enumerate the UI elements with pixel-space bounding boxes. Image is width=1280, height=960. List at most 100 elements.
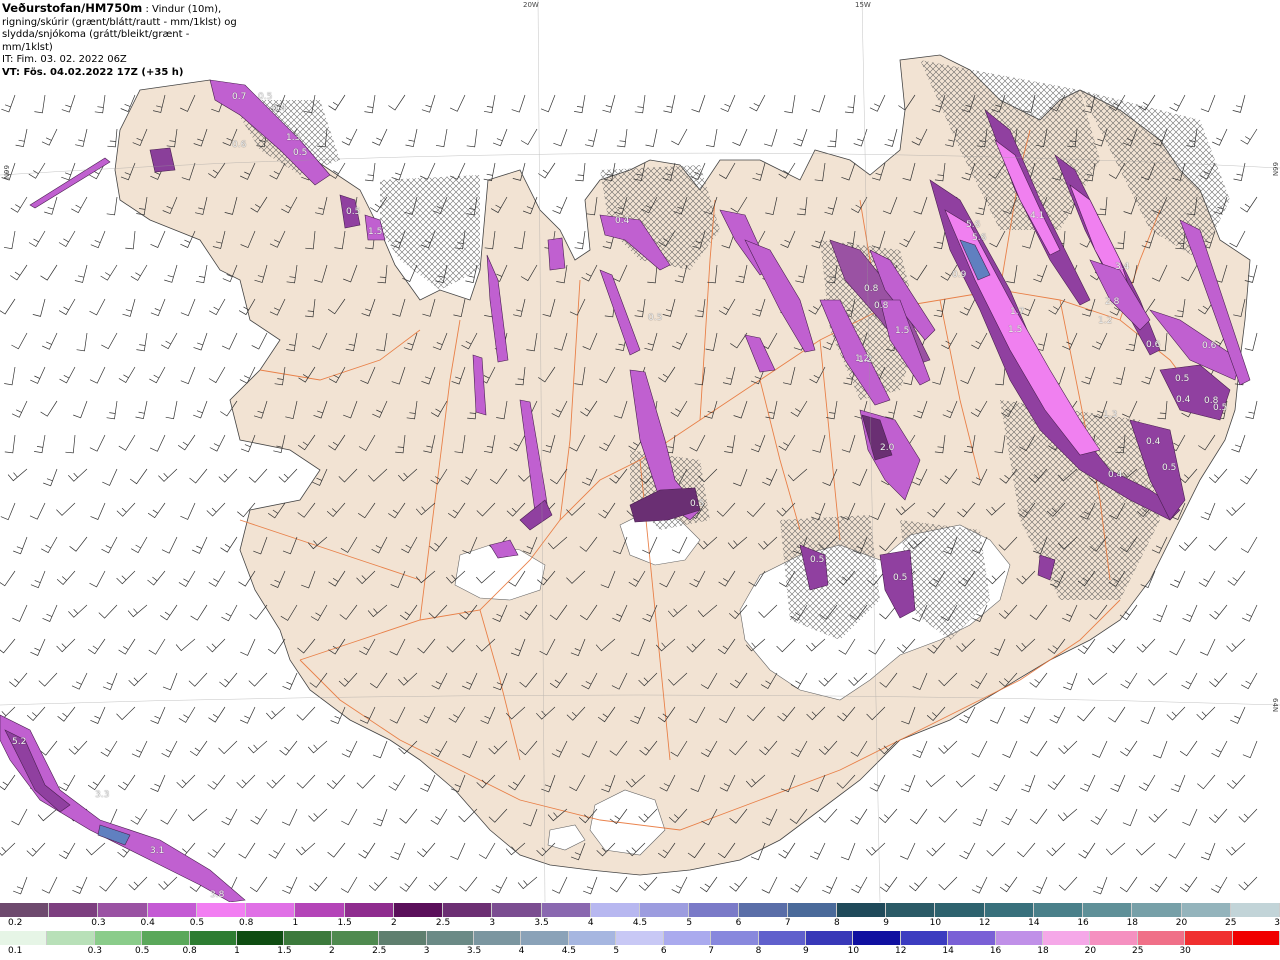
legend-label: 12 <box>895 946 907 956</box>
legend-label: 3.5 <box>534 918 549 928</box>
legend-label: 1 <box>234 946 240 956</box>
precip-value-label: 1.3 <box>286 133 301 143</box>
precip-value-label: 0.5 <box>1162 463 1177 473</box>
legend-label: 0.1 <box>8 946 23 956</box>
precip-value-label: 1.3 <box>1103 410 1118 420</box>
precip-value-label: 0.4 <box>1108 470 1123 480</box>
legend-label: 0.2 <box>8 918 23 928</box>
precip-value-label: 0.4 <box>272 104 287 114</box>
legend-label: 5 <box>613 946 620 956</box>
legend-label: 4.5 <box>632 918 648 928</box>
lon-label-15w: 15W <box>855 1 871 9</box>
legend-swatch <box>379 931 427 945</box>
legend-label: 0.3 <box>87 946 102 956</box>
legend-label: 0.5 <box>189 918 205 928</box>
legend-swatch <box>492 903 542 917</box>
legend-swatch <box>1090 931 1138 945</box>
lat-label-64n-right: 64N <box>1271 698 1279 713</box>
legend-swatch <box>1033 903 1084 917</box>
precip-value-label: 3.1 <box>150 846 165 856</box>
legend-swatch <box>1083 903 1133 917</box>
legend-swatch <box>1185 931 1233 945</box>
precip-value-label: 3.8 <box>210 890 225 900</box>
precip-value-label: 0.6 <box>232 140 247 150</box>
precip-value-label: 5.6 <box>966 220 981 230</box>
legend-swatch <box>443 903 493 917</box>
precip-value-label: 0.8 <box>1204 396 1219 406</box>
legend-label: 6 <box>735 918 742 928</box>
legend-swatch <box>900 931 949 945</box>
legend-label: 30 <box>1274 918 1280 928</box>
legend-swatch <box>98 903 148 917</box>
legend-label: 20 <box>1084 946 1097 956</box>
legend-swatch <box>758 931 806 945</box>
legend-swatch <box>0 931 48 945</box>
legend-label: 9 <box>803 946 809 956</box>
legend-label: 4.5 <box>561 946 577 956</box>
legend-label: 4 <box>587 918 594 928</box>
legend-label: 6 <box>660 946 667 956</box>
legend-label: 3.5 <box>466 946 482 956</box>
legend-swatch <box>787 903 837 917</box>
map-subtitle-1: : Vindur (10m), <box>142 4 222 15</box>
legend-swatch <box>426 931 475 945</box>
legend-label: 0.8 <box>182 946 197 956</box>
snow-color-legend <box>0 903 1280 917</box>
precip-value-label: 3.3 <box>95 790 110 800</box>
precip-value-label: 0.5 <box>810 555 825 565</box>
legend-label: 3 <box>489 918 496 928</box>
legend-label: 16 <box>1077 918 1089 928</box>
legend-swatch <box>237 931 285 945</box>
legend-label: 1.5 <box>277 946 292 956</box>
legend-swatch <box>1232 931 1280 945</box>
precip-value-label: 2.8 <box>1105 297 1120 307</box>
legend-swatch <box>948 931 996 945</box>
legend-swatch <box>616 931 664 945</box>
precip-value-label: 1.5 <box>895 326 910 336</box>
legend-label: 18 <box>1037 946 1049 956</box>
legend-label: 12 <box>978 918 991 928</box>
legend-label: 20 <box>1175 918 1188 928</box>
legend-label: 25 <box>1132 946 1144 956</box>
map-title: Veðurstofan/HM750m <box>2 1 143 15</box>
lat-label-66n-right: 66N <box>1271 162 1279 177</box>
legend-label: 2 <box>328 946 335 956</box>
legend-swatch <box>995 931 1043 945</box>
legend-swatch <box>836 903 887 917</box>
legend-label: 2 <box>390 918 397 928</box>
precip-value-label: 5.6 <box>972 233 987 243</box>
legend-swatch <box>663 931 712 945</box>
legend-swatch <box>142 931 190 945</box>
legend-label: 1 <box>292 918 299 928</box>
precip-value-label: 4.1 <box>1030 211 1045 221</box>
legend-label: 3 <box>423 946 430 956</box>
legend-swatch <box>568 931 617 945</box>
legend-swatch <box>738 903 788 917</box>
legend-swatch <box>189 931 238 945</box>
precip-value-label: 0.5 <box>293 148 308 158</box>
legend-label: 8 <box>834 918 840 928</box>
legend-label: 1.5 <box>337 918 352 928</box>
precip-value-label: 0.5 <box>1175 374 1190 384</box>
precip-value-label: 0.6 <box>1146 340 1161 350</box>
legend-swatch <box>295 903 345 917</box>
precip-value-label: 0.4 <box>1176 395 1191 405</box>
legend-swatch <box>284 931 332 945</box>
legend-swatch <box>474 931 522 945</box>
legend-swatch <box>393 903 444 917</box>
precip-value-label: 1.7 <box>1010 307 1025 317</box>
legend-swatch <box>886 903 936 917</box>
legend-swatch <box>689 903 739 917</box>
legend-label: 9 <box>883 918 890 928</box>
legend-label: 5 <box>686 918 693 928</box>
precip-value-label: 2.0 <box>880 443 895 453</box>
legend-label: 2.5 <box>435 918 451 928</box>
precip-value-label: 1.5 <box>1008 325 1023 335</box>
legend-swatch <box>984 903 1034 917</box>
precip-value-label: 3.4 <box>1115 262 1130 272</box>
map-title-box: Veðurstofan/HM750m : Vindur (10m), rigni… <box>0 0 238 78</box>
map-subtitle-2: rigning/skúrir (grænt/blátt/rautt - mm/1… <box>2 16 237 28</box>
precip-value-label: 1.2 <box>855 354 870 364</box>
precip-value-label: 0.5 <box>893 573 908 583</box>
legend-swatch <box>805 931 854 945</box>
